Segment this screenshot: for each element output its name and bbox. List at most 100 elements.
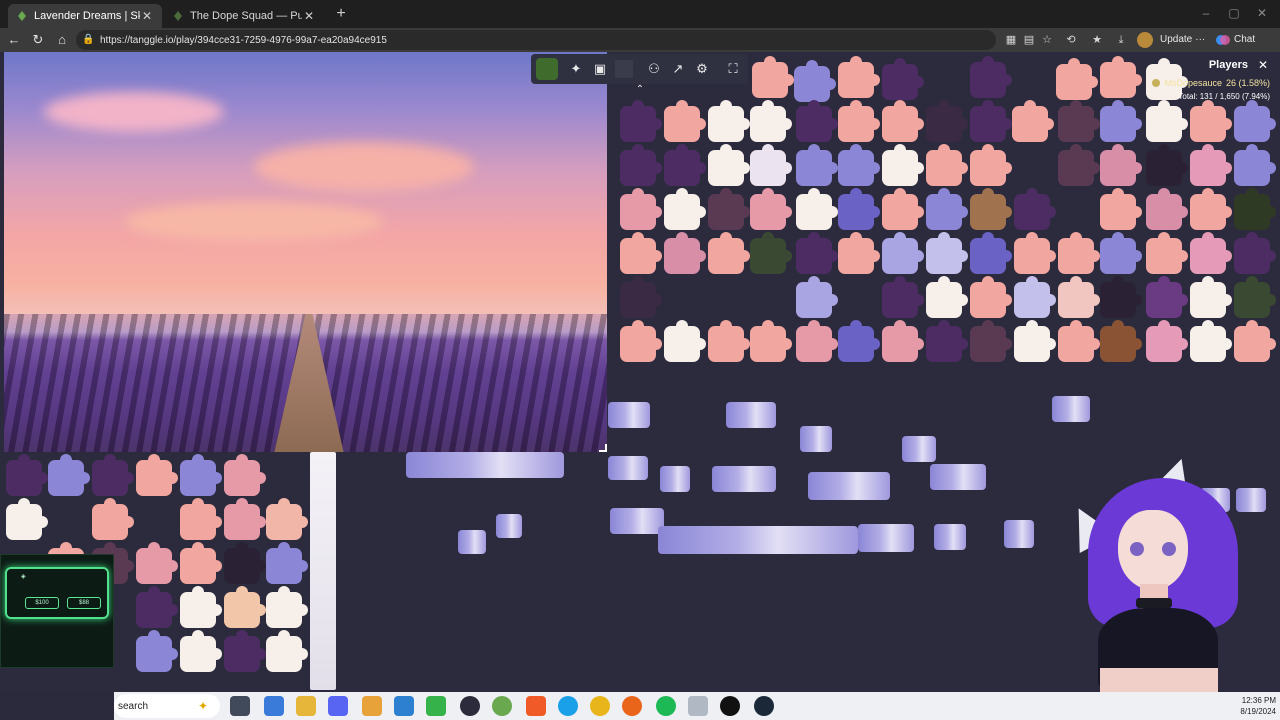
puzzle-piece[interactable] xyxy=(136,454,178,496)
puzzle-piece[interactable] xyxy=(620,232,662,274)
puzzle-piece[interactable] xyxy=(1190,188,1232,230)
puzzle-piece[interactable] xyxy=(92,498,134,540)
maximize-icon[interactable]: ▢ xyxy=(1224,6,1244,20)
puzzle-piece[interactable] xyxy=(1146,276,1188,318)
puzzle-piece[interactable] xyxy=(882,188,924,230)
piece-group[interactable] xyxy=(608,402,650,428)
puzzle-piece[interactable] xyxy=(1012,100,1054,142)
puzzle-piece[interactable] xyxy=(708,232,750,274)
puzzle-piece[interactable] xyxy=(266,498,308,540)
file-explorer-icon[interactable] xyxy=(296,696,316,716)
close-tab-icon[interactable]: ✕ xyxy=(140,9,154,23)
piece-group[interactable] xyxy=(934,524,966,550)
puzzle-piece[interactable] xyxy=(970,144,1012,186)
puzzle-piece[interactable] xyxy=(620,188,662,230)
puzzle-piece[interactable] xyxy=(1100,232,1142,274)
puzzle-piece[interactable] xyxy=(882,232,924,274)
close-window-icon[interactable]: ✕ xyxy=(1252,6,1272,20)
apps-icon[interactable]: ▦ xyxy=(1003,32,1019,48)
copilot-icon[interactable] xyxy=(264,696,284,716)
puzzle-piece[interactable] xyxy=(1100,188,1142,230)
puzzle-piece-icon[interactable]: ✦ xyxy=(567,60,585,78)
app-sun-icon[interactable] xyxy=(362,696,382,716)
puzzle-piece[interactable] xyxy=(1014,188,1056,230)
reload-icon[interactable]: ↻ xyxy=(30,32,46,48)
puzzle-piece[interactable] xyxy=(136,586,178,628)
puzzle-piece[interactable] xyxy=(708,320,750,362)
piece-group[interactable] xyxy=(610,508,664,534)
puzzle-piece[interactable] xyxy=(796,320,838,362)
puzzle-piece[interactable] xyxy=(750,100,792,142)
app-dark-icon[interactable] xyxy=(460,696,480,716)
puzzle-piece[interactable] xyxy=(970,188,1012,230)
image-preview-icon[interactable]: ▣ xyxy=(591,60,609,78)
puzzle-piece[interactable] xyxy=(1190,232,1232,274)
taskbar-search[interactable]: search ✦ xyxy=(114,694,220,718)
fullscreen-icon[interactable]: ⛶ xyxy=(724,60,742,78)
profile-avatar-icon[interactable] xyxy=(1137,32,1153,48)
puzzle-piece[interactable] xyxy=(882,320,924,362)
puzzle-piece[interactable] xyxy=(838,320,880,362)
app-h-icon[interactable] xyxy=(426,696,446,716)
puzzle-piece[interactable] xyxy=(1058,232,1100,274)
puzzle-piece[interactable] xyxy=(1190,276,1232,318)
puzzle-piece[interactable] xyxy=(664,100,706,142)
puzzle-piece[interactable] xyxy=(620,144,662,186)
puzzle-piece[interactable] xyxy=(750,188,792,230)
puzzle-piece[interactable] xyxy=(180,630,222,672)
puzzle-piece[interactable] xyxy=(266,586,308,628)
puzzle-piece[interactable] xyxy=(1014,276,1056,318)
minimize-icon[interactable]: – xyxy=(1196,6,1216,20)
puzzle-piece[interactable] xyxy=(796,100,838,142)
puzzle-piece[interactable] xyxy=(266,630,308,672)
puzzle-piece[interactable] xyxy=(1058,144,1100,186)
puzzle-piece[interactable] xyxy=(1058,100,1100,142)
puzzle-piece[interactable] xyxy=(1014,320,1056,362)
puzzle-piece[interactable] xyxy=(838,232,880,274)
puzzle-piece[interactable] xyxy=(6,498,48,540)
piece-group[interactable] xyxy=(660,466,690,492)
piece-group[interactable] xyxy=(658,526,858,554)
puzzle-piece[interactable] xyxy=(750,232,792,274)
puzzle-piece[interactable] xyxy=(926,232,968,274)
copilot-chat-button[interactable]: Chat xyxy=(1216,32,1255,48)
piece-group[interactable] xyxy=(930,464,986,490)
puzzle-piece[interactable] xyxy=(224,542,266,584)
puzzle-piece[interactable] xyxy=(1058,320,1100,362)
puzzle-piece[interactable] xyxy=(1190,144,1232,186)
resize-handle-icon[interactable] xyxy=(599,444,607,452)
piece-group[interactable] xyxy=(800,426,832,452)
color-swatch-icon[interactable] xyxy=(615,60,633,78)
puzzle-piece[interactable] xyxy=(1146,144,1188,186)
puzzle-piece[interactable] xyxy=(1234,276,1276,318)
edge-piece-column[interactable] xyxy=(310,452,336,690)
app-g-icon[interactable] xyxy=(720,696,740,716)
piece-group[interactable] xyxy=(858,524,914,552)
system-clock[interactable]: 12:36 PM 8/19/2024 xyxy=(1240,695,1276,717)
puzzle-piece[interactable] xyxy=(1146,232,1188,274)
puzzle-piece[interactable] xyxy=(664,320,706,362)
puzzle-piece[interactable] xyxy=(620,276,662,318)
puzzle-piece[interactable] xyxy=(224,454,266,496)
steam-icon[interactable] xyxy=(754,696,774,716)
task-view-icon[interactable] xyxy=(230,696,250,716)
piece-group[interactable] xyxy=(406,452,564,478)
puzzle-piece[interactable] xyxy=(1058,276,1100,318)
puzzle-piece[interactable] xyxy=(796,276,838,318)
app-window-icon[interactable] xyxy=(688,696,708,716)
puzzle-piece[interactable] xyxy=(266,542,308,584)
puzzle-piece[interactable] xyxy=(1100,276,1142,318)
puzzle-piece[interactable] xyxy=(970,320,1012,362)
puzzle-piece[interactable] xyxy=(1190,320,1232,362)
tab-lavender-dreams[interactable]: Lavender Dreams | Sky Jigsaw ✕ xyxy=(8,4,162,28)
puzzle-piece[interactable] xyxy=(224,630,266,672)
discord-icon[interactable] xyxy=(328,696,348,716)
puzzle-piece[interactable] xyxy=(796,144,838,186)
puzzle-piece[interactable] xyxy=(882,144,924,186)
puzzle-piece[interactable] xyxy=(1056,58,1098,100)
firefox-icon[interactable] xyxy=(622,696,642,716)
puzzle-piece[interactable] xyxy=(796,188,838,230)
players-icon[interactable]: ⚇ xyxy=(645,60,663,78)
piece-group[interactable] xyxy=(1052,396,1090,422)
close-players-icon[interactable]: ✕ xyxy=(1256,58,1270,72)
